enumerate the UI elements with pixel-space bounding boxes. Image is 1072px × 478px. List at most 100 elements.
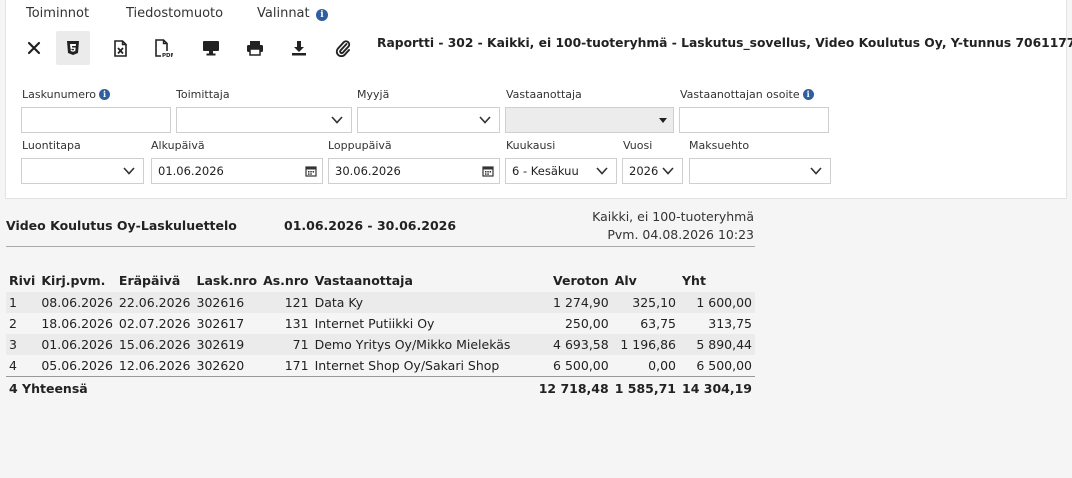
column-header: As.nro <box>263 272 309 288</box>
column-header: Veroton <box>553 272 609 288</box>
cell-as-nro: 121 <box>260 292 312 313</box>
close-icon <box>27 41 41 55</box>
cell-erapaiva: 15.06.2026 <box>115 334 194 355</box>
calendar-icon[interactable] <box>305 165 317 177</box>
column-header: Rivi <box>9 272 36 288</box>
divider <box>6 246 755 247</box>
loppupaiva-input[interactable]: 30.06.2026 <box>328 158 500 184</box>
total-row: 4 Yhteensä 12 718,48 1 585,71 14 304,19 <box>6 375 755 400</box>
cell-vastaanottaja: Demo Yritys Oy/Mikko Mielekäs <box>311 334 536 355</box>
cell-kirj-pvm: 18.06.2026 <box>41 316 113 331</box>
cell-rivi: 3 <box>6 334 39 355</box>
report-group-text: Kaikki, ei 100-tuoteryhmä <box>592 209 754 224</box>
pdf-file-icon: PDF <box>155 38 173 58</box>
menu-valinnat[interactable]: Valinnat <box>257 6 310 21</box>
cell-kirj-pvm: 05.06.2026 <box>41 357 113 373</box>
report-title-text: Raportti - 302 - Kaikki, ei 100-tuoteryh… <box>377 36 1072 50</box>
caret-down-icon <box>659 118 667 123</box>
cell-vastaanottaja: Internet Shop Oy/Sakari Shop <box>314 357 500 373</box>
report-title: Raportti - 302 - Kaikki, ei 100-tuoteryh… <box>377 36 1072 50</box>
maksuehto-select[interactable] <box>689 158 831 184</box>
cell-as-nro: 71 <box>260 334 312 355</box>
cell-veroton: 4 693,58 <box>535 334 612 355</box>
myyja-select[interactable] <box>357 107 500 133</box>
download-icon <box>292 41 306 56</box>
table-row: 4 05.06.2026 12.06.2026 302620 171 Inter… <box>6 355 755 376</box>
html5-icon <box>67 41 79 55</box>
column-header: Alv <box>614 272 637 288</box>
column-header: Yht <box>682 272 706 288</box>
close-button[interactable] <box>17 31 51 65</box>
luontitapa-select[interactable] <box>21 158 144 184</box>
vastaanottaja-select[interactable] <box>505 107 674 133</box>
print-button[interactable] <box>238 31 272 65</box>
invoice-table: Rivi Kirj.pvm. Eräpäivä Lask.nro As.nro … <box>6 268 755 400</box>
myyja-label: Myyjä <box>357 88 390 101</box>
info-icon[interactable]: i <box>99 89 111 100</box>
report-settings-panel: Toiminnot Tiedostomuoto Valinnat i PDF R… <box>5 0 1072 199</box>
calendar-icon[interactable] <box>482 165 494 177</box>
loppupaiva-label: Loppupäivä <box>328 139 392 152</box>
svg-text:PDF: PDF <box>162 53 173 58</box>
alkupaiva-input[interactable]: 01.06.2026 <box>151 158 323 184</box>
chevron-down-icon <box>331 116 343 124</box>
attachment-button[interactable] <box>326 31 360 65</box>
menu-toiminnot[interactable]: Toiminnot <box>26 6 89 21</box>
vuosi-select[interactable]: 2026 <box>622 158 683 184</box>
table-row: 1 08.06.2026 22.06.2026 302616 121 Data … <box>6 292 755 313</box>
alkupaiva-label: Alkupäivä <box>151 139 205 152</box>
cell-rivi: 4 <box>9 357 17 373</box>
kuukausi-select[interactable]: 6 - Kesäkuu <box>505 158 617 184</box>
total-label: 4 Yhteensä <box>6 375 536 400</box>
cell-kirj-pvm: 08.06.2026 <box>38 292 116 313</box>
total-yht: 14 304,19 <box>679 375 755 400</box>
cell-erapaiva: 02.07.2026 <box>118 316 191 331</box>
table-row: 2 18.06.2026 02.07.2026 302617 131 Inter… <box>6 313 755 334</box>
column-header: Vastaanottaja <box>314 272 413 288</box>
cell-lask-nro: 302620 <box>196 357 245 373</box>
pdf-button[interactable]: PDF <box>147 31 181 65</box>
download-button[interactable] <box>282 31 316 65</box>
kuukausi-label: Kuukausi <box>506 139 556 152</box>
chevron-down-icon <box>123 167 135 175</box>
laskunumero-label: Laskunumero i <box>22 88 111 101</box>
printer-icon <box>247 41 263 56</box>
toimittaja-select[interactable] <box>176 107 352 133</box>
paperclip-icon <box>335 40 351 57</box>
cell-yht: 1 600,00 <box>679 292 755 313</box>
cell-alv: 0,00 <box>648 357 676 373</box>
cell-lask-nro: 302619 <box>193 334 261 355</box>
cell-as-nro: 171 <box>284 357 309 373</box>
vuosi-label: Vuosi <box>623 139 653 152</box>
cell-lask-nro: 302617 <box>196 316 245 331</box>
total-veroton: 12 718,48 <box>535 375 612 400</box>
excel-button[interactable] <box>103 31 137 65</box>
cell-alv: 63,75 <box>640 316 676 331</box>
report-meta: Kaikki, ei 100-tuoteryhmä Pvm. 04.08.202… <box>592 208 754 244</box>
screen-button[interactable] <box>194 31 228 65</box>
cell-rivi: 2 <box>9 316 17 331</box>
cell-veroton: 1 274,90 <box>535 292 612 313</box>
chevron-down-icon <box>596 167 608 175</box>
cell-kirj-pvm: 01.06.2026 <box>38 334 116 355</box>
report-company-title: Video Koulutus Oy-Laskuluettelo <box>6 218 237 233</box>
cell-yht: 313,75 <box>708 316 752 331</box>
chevron-down-icon <box>662 167 674 175</box>
table-header-row: Rivi Kirj.pvm. Eräpäivä Lask.nro As.nro … <box>6 268 755 292</box>
column-header: Kirj.pvm. <box>41 272 106 288</box>
report-printed-date: Pvm. 04.08.2026 10:23 <box>607 227 754 242</box>
total-alv: 1 585,71 <box>611 375 679 400</box>
report-date-range: 01.06.2026 - 30.06.2026 <box>284 218 457 233</box>
column-header: Eräpäivä <box>118 272 181 288</box>
chevron-down-icon <box>479 116 491 124</box>
cell-vastaanottaja: Data Ky <box>311 292 536 313</box>
vastaanottajan-osoite-input[interactable] <box>679 107 829 133</box>
menu-tiedostomuoto[interactable]: Tiedostomuoto <box>126 6 223 21</box>
info-icon[interactable]: i <box>802 89 814 100</box>
cell-lask-nro: 302616 <box>193 292 261 313</box>
laskunumero-input[interactable] <box>21 107 171 133</box>
html5-button[interactable] <box>56 31 90 65</box>
cell-erapaiva: 22.06.2026 <box>115 292 194 313</box>
info-icon[interactable]: i <box>316 9 328 21</box>
cell-alv: 1 196,86 <box>611 334 679 355</box>
